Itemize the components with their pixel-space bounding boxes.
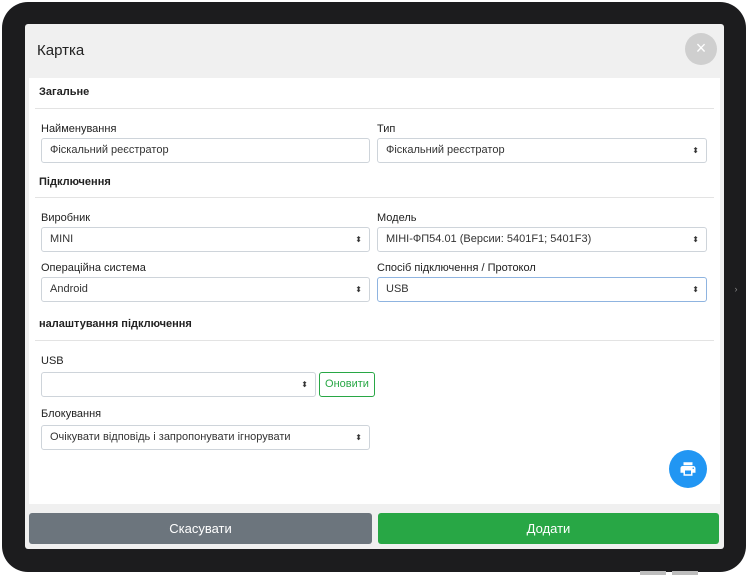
blocking-select-value: Очікувати відповідь і запропонувати ігно… [50, 431, 291, 443]
modal-body: Загальне Найменування Фіскальний реєстра… [29, 78, 720, 504]
protocol-select[interactable]: USB ⬍ [377, 277, 707, 302]
chevron-right-icon: › [734, 284, 738, 294]
type-label: Тип [377, 123, 396, 135]
section-connection-title: Підключення [39, 176, 111, 188]
os-select[interactable]: Android ⬍ [41, 277, 370, 302]
select-caret-icon: ⬍ [355, 433, 362, 442]
divider [35, 340, 714, 341]
print-button[interactable] [669, 450, 707, 488]
manufacturer-select-value: MINI [50, 233, 74, 245]
protocol-label: Спосіб підключення / Протокол [377, 262, 536, 274]
name-input[interactable]: Фіскальний реєстратор [41, 138, 370, 163]
modal-dialog: Картка × Загальне Найменування Фіскальни… [25, 24, 724, 549]
os-select-value: Android [50, 283, 88, 295]
home-indicator [640, 571, 730, 575]
section-general-title: Загальне [39, 86, 90, 98]
type-select[interactable]: Фіскальний реєстратор ⬍ [377, 138, 707, 163]
divider [35, 197, 714, 198]
blocking-label: Блокування [41, 408, 102, 420]
cancel-button[interactable]: Скасувати [29, 513, 372, 544]
type-select-value: Фіскальний реєстратор [386, 144, 505, 156]
close-button[interactable]: × [685, 33, 717, 65]
add-button[interactable]: Додати [378, 513, 719, 544]
manufacturer-label: Виробник [41, 212, 91, 224]
modal-title: Картка [37, 42, 85, 59]
name-input-value: Фіскальний реєстратор [50, 144, 169, 156]
divider [35, 108, 714, 109]
usb-select[interactable]: ⬍ [41, 372, 316, 397]
manufacturer-select[interactable]: MINI ⬍ [41, 227, 370, 252]
modal-header: Картка × [25, 24, 724, 78]
select-caret-icon: ⬍ [355, 235, 362, 244]
model-label: Модель [377, 212, 417, 224]
model-select[interactable]: МІНІ-ФП54.01 (Версии: 5401F1; 5401F3) ⬍ [377, 227, 707, 252]
model-select-value: МІНІ-ФП54.01 (Версии: 5401F1; 5401F3) [386, 233, 592, 245]
close-icon: × [695, 38, 707, 58]
blocking-select[interactable]: Очікувати відповідь і запропонувати ігно… [41, 425, 370, 450]
select-caret-icon: ⬍ [692, 285, 699, 294]
select-caret-icon: ⬍ [692, 235, 699, 244]
select-caret-icon: ⬍ [692, 146, 699, 155]
printer-icon [680, 462, 696, 476]
os-label: Операційна система [41, 262, 146, 274]
section-connection-settings-title: налаштування підключення [39, 318, 192, 330]
name-label: Найменування [41, 123, 117, 135]
select-caret-icon: ⬍ [355, 285, 362, 294]
protocol-select-value: USB [386, 283, 409, 295]
select-caret-icon: ⬍ [301, 380, 308, 389]
refresh-button[interactable]: Оновити [319, 372, 375, 397]
usb-label: USB [41, 355, 64, 367]
